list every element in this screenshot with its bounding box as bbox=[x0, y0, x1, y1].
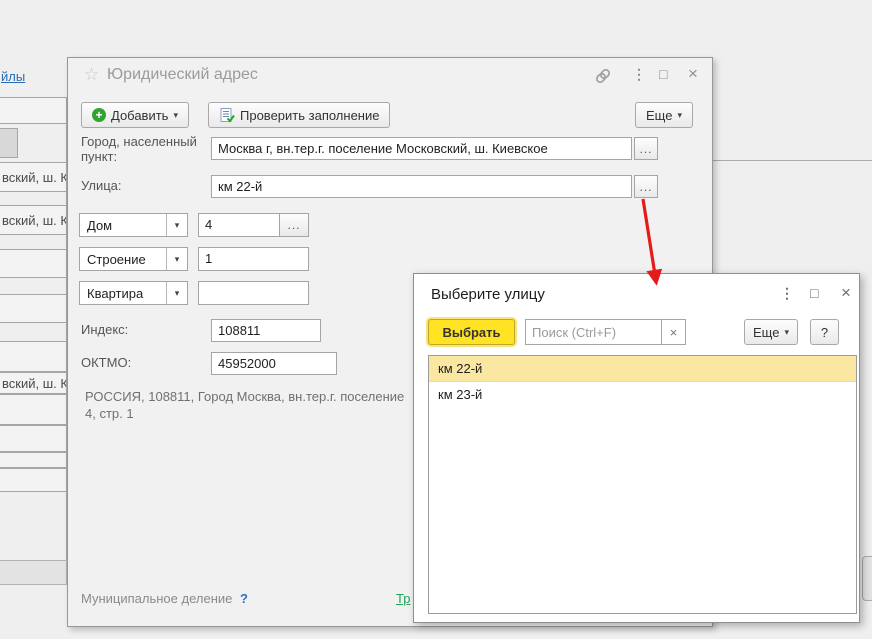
street-list: км 22-й км 23-й bbox=[428, 355, 857, 614]
background-field-row bbox=[0, 425, 67, 452]
close-icon[interactable]: × bbox=[688, 65, 698, 82]
favorite-star-icon[interactable]: ☆ bbox=[84, 65, 99, 85]
background-tab-fragment bbox=[0, 128, 18, 158]
index-input[interactable]: 108811 bbox=[211, 319, 321, 342]
building-type-label: Строение bbox=[80, 252, 166, 267]
background-field-row: вский, ш. К bbox=[0, 205, 67, 235]
select-street-popup: Выберите улицу ⋮ □ × Выбрать × Еще ▾ ? к… bbox=[413, 273, 860, 623]
background-field-row bbox=[0, 97, 67, 124]
background-footer-strip bbox=[0, 560, 67, 585]
background-field-text: вский, ш. К bbox=[0, 373, 66, 394]
more-button[interactable]: Еще ▾ bbox=[635, 102, 693, 128]
chevron-down-icon: ▾ bbox=[166, 282, 187, 304]
apartment-input[interactable] bbox=[198, 281, 309, 305]
city-select-button[interactable]: ... bbox=[634, 137, 658, 160]
popup-help-button[interactable]: ? bbox=[810, 319, 839, 345]
building-input[interactable]: 1 bbox=[198, 247, 309, 271]
house-type-combo[interactable]: Дом ▾ bbox=[79, 213, 188, 237]
background-field-row bbox=[0, 468, 67, 492]
menu-kebab-icon[interactable]: ⋮ bbox=[780, 286, 794, 300]
search-input[interactable] bbox=[525, 319, 662, 345]
help-icon[interactable]: ? bbox=[240, 591, 248, 606]
background-field-row bbox=[0, 452, 67, 468]
street-select-button[interactable]: ... bbox=[634, 175, 658, 198]
municipal-division-label: Муниципальное деление bbox=[81, 591, 232, 606]
apartment-type-label: Квартира bbox=[80, 286, 166, 301]
search-clear-icon[interactable]: × bbox=[662, 319, 686, 345]
background-field-row bbox=[0, 294, 67, 323]
list-item[interactable]: км 23-й bbox=[429, 382, 856, 408]
index-label: Индекс: bbox=[81, 322, 128, 337]
street-label: Улица: bbox=[81, 178, 122, 193]
search-group: × bbox=[525, 319, 686, 345]
select-button-label: Выбрать bbox=[442, 325, 500, 340]
oktmo-input[interactable]: 45952000 bbox=[211, 352, 337, 375]
check-fill-button[interactable]: Проверить заполнение bbox=[208, 102, 390, 128]
maximize-icon[interactable]: □ bbox=[810, 286, 818, 300]
house-select-button[interactable]: ... bbox=[279, 213, 309, 237]
building-type-combo[interactable]: Строение ▾ bbox=[79, 247, 188, 271]
chevron-down-icon: ▾ bbox=[784, 328, 789, 337]
more-button-label: Еще bbox=[646, 108, 672, 123]
background-field-text: вский, ш. К bbox=[0, 206, 66, 235]
popup-more-button[interactable]: Еще ▾ bbox=[744, 319, 798, 345]
chevron-down-icon: ▾ bbox=[173, 111, 178, 120]
add-button[interactable]: + Добавить ▾ bbox=[81, 102, 189, 128]
check-document-icon bbox=[219, 107, 235, 123]
popup-title: Выберите улицу bbox=[431, 286, 545, 303]
add-plus-icon: + bbox=[92, 108, 106, 122]
check-fill-label: Проверить заполнение bbox=[240, 108, 379, 123]
chevron-down-icon: ▾ bbox=[166, 214, 187, 236]
maximize-icon[interactable]: □ bbox=[659, 67, 667, 81]
background-field-text: вский, ш. К bbox=[0, 163, 66, 192]
background-field-row: вский, ш. К bbox=[0, 162, 67, 192]
select-button[interactable]: Выбрать bbox=[428, 319, 515, 345]
get-link-icon[interactable] bbox=[594, 67, 612, 87]
city-input[interactable]: Москва г, вн.тер.г. поселение Московский… bbox=[211, 137, 632, 160]
add-button-label: Добавить bbox=[111, 108, 168, 123]
chevron-down-icon: ▾ bbox=[677, 111, 682, 120]
apartment-type-combo[interactable]: Квартира ▾ bbox=[79, 281, 188, 305]
background-panel-fragment bbox=[862, 556, 872, 601]
city-label: Город, населенный пункт: bbox=[81, 134, 209, 165]
background-field-row bbox=[0, 249, 67, 278]
background-field-row bbox=[0, 341, 67, 372]
background-files-link[interactable]: йлы bbox=[1, 69, 25, 84]
menu-kebab-icon[interactable]: ⋮ bbox=[632, 67, 646, 81]
close-icon[interactable]: × bbox=[841, 284, 851, 301]
chevron-down-icon: ▾ bbox=[166, 248, 187, 270]
screen: йлы вский, ш. К вский, ш. К вский, ш. К … bbox=[0, 0, 872, 639]
street-input[interactable]: км 22-й bbox=[211, 175, 632, 198]
oktmo-label: ОКТМО: bbox=[81, 355, 131, 370]
background-field-row: вский, ш. К bbox=[0, 372, 67, 394]
house-type-label: Дом bbox=[80, 218, 166, 233]
background-separator-line bbox=[713, 160, 872, 161]
background-field-row bbox=[0, 394, 67, 425]
dialog-title: Юридический адрес bbox=[107, 66, 258, 84]
transliteration-link[interactable]: Тр bbox=[396, 591, 410, 606]
popup-more-label: Еще bbox=[753, 325, 779, 340]
list-item[interactable]: км 22-й bbox=[429, 356, 856, 382]
house-input[interactable]: 4 bbox=[198, 213, 280, 237]
